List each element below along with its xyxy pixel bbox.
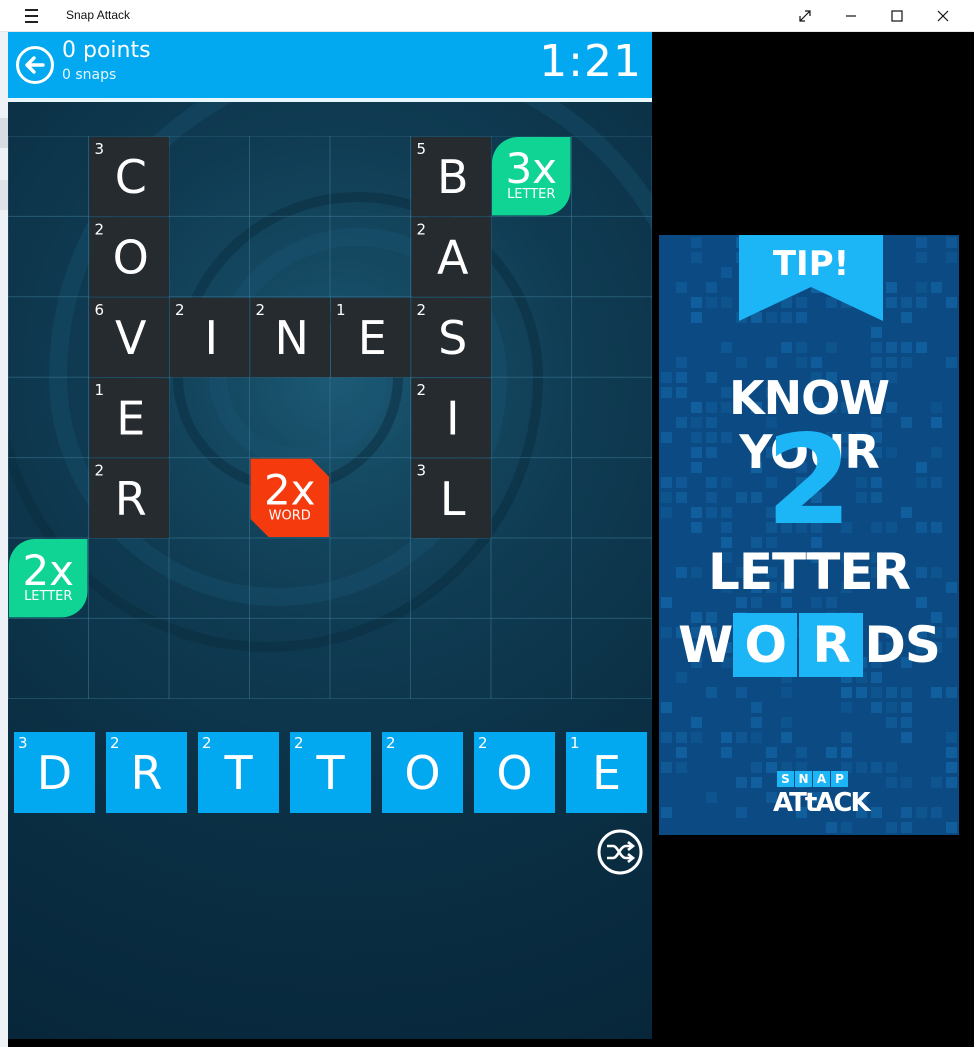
tile-value: 3 [95, 140, 105, 158]
tile-value: 2 [175, 301, 185, 319]
rack-tile-letter: E [591, 746, 622, 800]
bonus-multiplier: 2x [22, 546, 74, 595]
board-tile[interactable]: 1E [89, 378, 170, 458]
logo-snap-letter: S [777, 771, 794, 787]
board-tile[interactable]: 2A [411, 217, 492, 297]
tile-value: 2 [417, 301, 427, 319]
ad-words-line: W O R DS [659, 613, 959, 677]
logo-snap-letter: N [795, 771, 812, 787]
ad-line-3: LETTER [707, 543, 911, 601]
rack-tile-letter: T [224, 746, 253, 800]
tile-value: 2 [256, 301, 266, 319]
logo-snap-letter: A [813, 771, 830, 787]
board-tile[interactable]: 2O [89, 217, 170, 297]
board-tile[interactable]: 5B [411, 137, 492, 217]
tile-letter: L [440, 472, 466, 526]
tip-ribbon: TIP! [739, 235, 883, 321]
bonus-square[interactable]: 2xWORD [250, 458, 330, 537]
points-label: 0 points [62, 38, 151, 63]
window-title: Snap Attack [66, 8, 131, 22]
board-tile[interactable]: 3C [89, 137, 170, 217]
tile-letter: S [438, 311, 467, 365]
game-panel: 0 points 0 snaps 1:21 3C5B2O2A6V2I2N1E2S… [8, 32, 652, 1039]
ad-word-part: R [799, 613, 864, 677]
snaps-label: 0 snaps [62, 67, 117, 83]
rack-tile-letter: R [130, 746, 163, 800]
tile-letter: B [437, 150, 469, 204]
logo-attack-text: ATtACK [773, 788, 871, 818]
arrow-left-icon [25, 56, 45, 74]
board-tile[interactable]: 2N [250, 297, 331, 378]
tile-letter: E [358, 311, 387, 365]
rack-tile[interactable]: 2O [474, 732, 555, 813]
bonus-kind: LETTER [507, 187, 555, 202]
tile-letter: N [275, 311, 309, 365]
bonus-kind: LETTER [24, 589, 72, 604]
board-tile[interactable]: 2R [89, 458, 170, 538]
tile-value: 2 [95, 220, 105, 238]
tile-value: 3 [417, 462, 427, 480]
hamburger-menu-icon[interactable] [18, 7, 44, 25]
board-tile[interactable]: 3L [411, 458, 492, 538]
tile-letter: V [115, 311, 147, 365]
board-tile[interactable]: 1E [331, 297, 411, 378]
tile-value: 1 [336, 301, 346, 319]
logo-snap-letter: P [831, 771, 848, 787]
tile-letter: A [437, 231, 469, 285]
snap-attack-logo: SNAP ATtACK [773, 771, 871, 821]
rack-tile-letter: O [496, 746, 533, 800]
rack-tile-letter: T [316, 746, 345, 800]
bonus-kind: WORD [269, 509, 311, 524]
tile-value: 6 [95, 301, 105, 319]
ad-word-part: W [678, 616, 733, 674]
bonus-square[interactable]: 3xLETTER [492, 137, 571, 216]
rack-tile[interactable]: 2R [106, 732, 187, 813]
rack-tile[interactable]: 2T [198, 732, 279, 813]
fullscreen-icon[interactable] [782, 0, 828, 32]
back-button[interactable] [16, 46, 54, 84]
tile-value: 2 [417, 220, 427, 238]
shuffle-icon [597, 829, 643, 875]
board-tile[interactable]: 2I [411, 378, 492, 458]
ad-word-part: O [733, 613, 798, 677]
board-tile[interactable]: 2S [411, 297, 492, 378]
tile-value: 2 [95, 462, 105, 480]
close-button[interactable] [920, 0, 966, 32]
ad-big-number: 2 [765, 409, 853, 553]
tile-letter: R [115, 472, 147, 526]
tile-letter: O [113, 231, 149, 285]
rack-tile-letter: O [404, 746, 441, 800]
tile-value: 1 [95, 381, 105, 399]
board-tile[interactable]: 6V [89, 297, 170, 378]
ad-tip-text: TIP! [773, 244, 849, 284]
header-divider [8, 98, 652, 102]
bonus-multiplier: 2x [264, 466, 316, 515]
rack-tile[interactable]: 3D [14, 732, 95, 813]
ad-word-part: DS [864, 616, 941, 674]
background-window-edge [0, 32, 8, 1047]
game-header: 0 points 0 snaps 1:21 [8, 32, 652, 98]
shuffle-button[interactable] [596, 828, 644, 876]
rack-tile[interactable]: 2T [290, 732, 371, 813]
maximize-button[interactable] [874, 0, 920, 32]
board-tile[interactable]: 2I [170, 297, 250, 378]
title-bar: Snap Attack [0, 0, 974, 32]
tile-letter: E [116, 391, 145, 445]
rack-tile-letter: D [36, 746, 73, 800]
tile-letter: C [115, 150, 147, 204]
bonus-square[interactable]: 2xLETTER [9, 539, 88, 618]
minimize-button[interactable] [828, 0, 874, 32]
tile-value: 5 [417, 140, 427, 158]
tile-value: 2 [417, 381, 427, 399]
game-board: 3C5B2O2A6V2I2N1E2S1E2I2R3L3xLETTER2xWORD… [8, 136, 652, 699]
rack-tile[interactable]: 2O [382, 732, 463, 813]
tile-letter: I [204, 311, 218, 365]
advertisement-banner[interactable]: TIP! KNOW YOUR 2 LETTER W O R DS SNAP ATtAC… [659, 235, 959, 835]
tile-letter: I [446, 391, 460, 445]
rack-tile[interactable]: 1E [566, 732, 647, 813]
bonus-multiplier: 3x [505, 144, 557, 193]
countdown-timer: 1:21 [539, 36, 642, 87]
